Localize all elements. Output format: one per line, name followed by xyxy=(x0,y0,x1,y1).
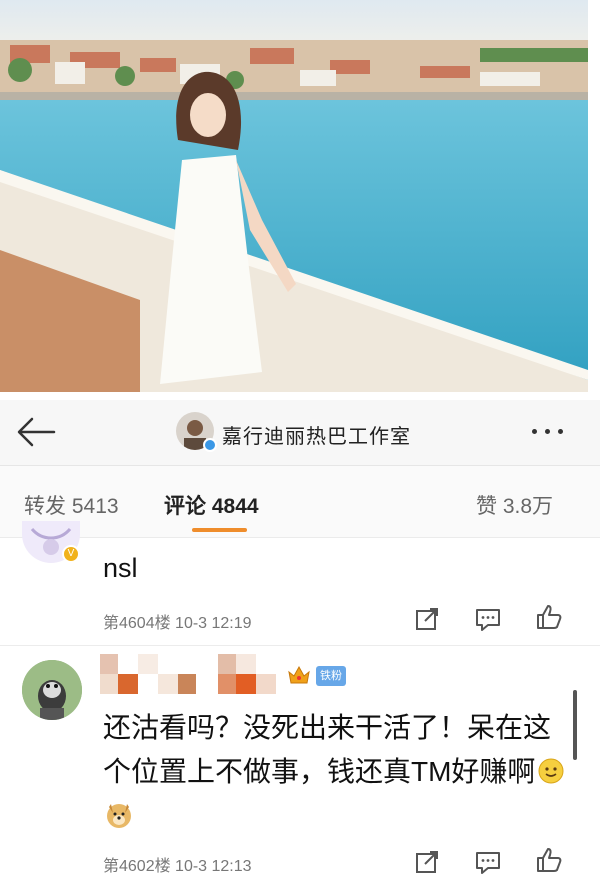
like-icon[interactable] xyxy=(535,846,563,874)
commenter-avatar[interactable] xyxy=(22,660,82,720)
tab-repost-label: 转发 xyxy=(24,495,66,518)
smile-emoji-icon xyxy=(537,754,565,784)
username-pixelated[interactable] xyxy=(100,654,276,694)
comment-icon[interactable] xyxy=(474,605,502,633)
more-dots-icon[interactable] xyxy=(528,422,572,442)
gold-v-badge-icon: V xyxy=(62,545,80,563)
comment-text: 还沽看吗？没死出来干活了！呆在这个位置上不做事，钱还真TM好赚啊 xyxy=(103,706,569,838)
active-tab-indicator xyxy=(192,528,247,532)
tab-comments[interactable]: 评论 4844 xyxy=(164,490,259,520)
comment-text-content: 还沽看吗？没死出来干活了！呆在这个位置上不做事，钱还真TM好赚啊 xyxy=(103,712,552,787)
comment-text: nsl xyxy=(103,553,138,583)
author-name[interactable]: 嘉行迪丽热巴工作室 xyxy=(222,420,411,449)
back-arrow-icon[interactable] xyxy=(14,414,58,450)
comment-item: 铁粉 还沽看吗？没死出来干活了！呆在这个位置上不做事，钱还真TM好赚啊 第460… xyxy=(0,646,600,889)
tab-likes-label: 赞 xyxy=(476,495,497,518)
share-icon[interactable] xyxy=(413,605,441,633)
tab-likes-count: 3.8万 xyxy=(502,495,554,518)
tab-repost-count: 5413 xyxy=(71,495,119,518)
tab-comments-label: 评论 xyxy=(164,495,206,518)
tab-likes[interactable]: 赞 3.8万 xyxy=(476,490,553,520)
comment-icon[interactable] xyxy=(474,848,502,876)
fan-badge: 铁粉 xyxy=(316,666,346,686)
crown-icon xyxy=(287,664,311,686)
verified-badge-icon xyxy=(203,438,217,452)
doge-emoji-icon xyxy=(105,798,133,828)
comment-floor-time: 第4604楼 10-3 12:19 xyxy=(103,615,252,632)
comment-floor-time: 第4602楼 10-3 12:13 xyxy=(103,858,252,875)
share-icon[interactable] xyxy=(413,848,441,876)
like-icon[interactable] xyxy=(535,603,563,631)
post-header-bar: 嘉行迪丽热巴工作室 xyxy=(0,400,600,466)
tab-repost[interactable]: 转发 5413 xyxy=(24,490,119,520)
post-photo[interactable] xyxy=(0,0,588,392)
tab-comments-count: 4844 xyxy=(211,495,259,518)
scrollbar[interactable] xyxy=(573,690,577,760)
post-tabs: 转发 5413 评论 4844 赞 3.8万 xyxy=(0,466,600,538)
comment-item: V nsl 第4604楼 10-3 12:19 xyxy=(0,521,600,646)
